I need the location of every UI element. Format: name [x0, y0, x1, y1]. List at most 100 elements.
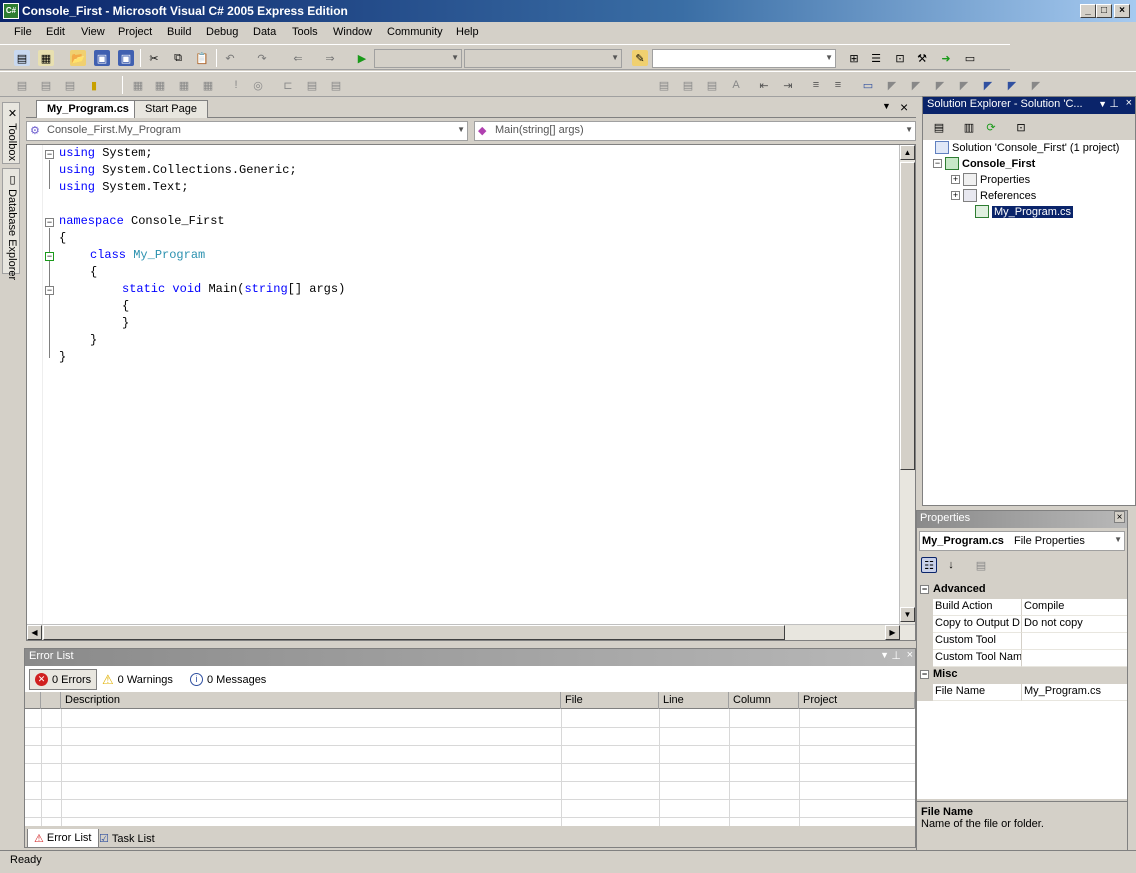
menu-community[interactable]: Community [387, 26, 443, 38]
prop-value[interactable]: Do not copy [1021, 616, 1127, 633]
scroll-left-icon[interactable]: ◀ [27, 625, 42, 640]
toolbar-icon-t[interactable]: ◤ [980, 77, 996, 93]
toolbar-icon-e[interactable]: ▦ [130, 77, 146, 93]
toolbar-icon-b[interactable]: ▤ [38, 77, 54, 93]
navigate-forward-icon[interactable]: ⇒ [322, 50, 338, 66]
prop-row-custom-tool-namespace[interactable]: Custom Tool Name [917, 650, 1127, 667]
database-explorer-tab[interactable]: ▯ Database Explorer [2, 168, 20, 280]
toolbar-icon-a[interactable]: ▤ [14, 77, 30, 93]
object-browser-icon[interactable]: ⊡ [892, 50, 908, 66]
undo-icon[interactable]: ↶ [222, 50, 238, 66]
menu-view[interactable]: View [81, 26, 105, 38]
properties-object-dropdown[interactable]: My_Program.cs File Properties ▼ [919, 531, 1125, 551]
scroll-up-icon[interactable]: ▲ [900, 145, 915, 160]
toolbar-icon-c[interactable]: ▤ [62, 77, 78, 93]
toolbar-icon-l[interactable]: ▤ [656, 77, 672, 93]
error-list-tab[interactable]: ⚠ Error List [27, 829, 99, 848]
solution-explorer-icon[interactable]: ⊞ [846, 50, 862, 66]
toolbar-icon-m[interactable]: ▤ [680, 77, 696, 93]
members-dropdown[interactable]: ◆ Main(string[] args) ▼ [474, 121, 916, 141]
types-dropdown[interactable]: ⚙ Console_First.My_Program ▼ [26, 121, 468, 141]
increase-indent-icon[interactable]: ⇥ [780, 77, 796, 93]
properties-node[interactable]: + Properties [951, 173, 1030, 186]
start-debugging-icon[interactable]: ▶ [354, 50, 370, 66]
col-file[interactable]: File [561, 692, 659, 709]
save-all-icon[interactable]: ▣ [118, 50, 134, 66]
redo-icon[interactable]: ↷ [254, 50, 270, 66]
toolbox-tab[interactable]: ✕ Toolbox [2, 102, 20, 164]
category-advanced[interactable]: − Advanced [917, 582, 1127, 599]
fold-namespace-icon[interactable]: − [45, 218, 54, 227]
col-line[interactable]: Line [659, 692, 729, 709]
paste-icon[interactable]: 📋 [194, 50, 210, 66]
close-panel-icon[interactable]: × [907, 649, 913, 661]
prop-value[interactable]: My_Program.cs [1021, 684, 1127, 701]
editor-horizontal-scrollbar[interactable]: ◀ ▶ [27, 624, 915, 640]
toolbar-icon-r[interactable]: ◤ [932, 77, 948, 93]
scroll-right-icon[interactable]: ▶ [885, 625, 900, 640]
minimize-button[interactable]: _ [1080, 4, 1096, 18]
toolbar-icon-q[interactable]: ◤ [908, 77, 924, 93]
find-in-files-icon[interactable]: ✎ [632, 50, 648, 66]
menu-debug[interactable]: Debug [206, 26, 238, 38]
prop-row-custom-tool[interactable]: Custom Tool [917, 633, 1127, 650]
toolbar-icon-d[interactable]: ▮ [86, 77, 102, 93]
menu-project[interactable]: Project [118, 26, 152, 38]
properties-window-icon[interactable]: ☰ [868, 50, 884, 66]
tab-my-program[interactable]: My_Program.cs [36, 100, 140, 118]
new-project-icon[interactable]: ▤ [14, 50, 30, 66]
close-properties-icon[interactable]: × [1114, 511, 1125, 523]
task-list-tab[interactable]: ☑ Task List [93, 829, 161, 848]
toolbar-icon-f[interactable]: ▦ [152, 77, 168, 93]
sql-icon[interactable]: ▦ [176, 77, 192, 93]
alphabetical-icon[interactable]: ↓ [943, 557, 959, 573]
toolbar-icon-u[interactable]: ◤ [1004, 77, 1020, 93]
toolbar-icon-h[interactable]: ◎ [250, 77, 266, 93]
open-folder-icon[interactable]: 📂 [70, 50, 86, 66]
editor-vertical-scrollbar[interactable]: ▲ ▼ [899, 145, 915, 624]
collapse-project-icon[interactable]: − [933, 159, 942, 168]
navigate-back-icon[interactable]: ⇐ [290, 50, 306, 66]
add-item-icon[interactable]: ▦ [38, 50, 54, 66]
close-window-button[interactable]: × [1114, 4, 1130, 18]
menu-data[interactable]: Data [253, 26, 276, 38]
auto-hide-pin-icon[interactable]: ⊥ [1109, 97, 1119, 110]
bookmark-icon[interactable]: ▭ [860, 77, 876, 93]
messages-filter-button[interactable]: i 0 Messages [185, 669, 271, 690]
panel-dropdown-icon[interactable]: ▼ [1098, 99, 1107, 109]
warnings-filter-button[interactable]: ⚠ 0 Warnings [97, 669, 178, 690]
prop-value[interactable] [1021, 633, 1127, 650]
exclamation-icon[interactable]: ! [228, 77, 244, 93]
scroll-down-icon[interactable]: ▼ [900, 607, 915, 622]
prop-row-build-action[interactable]: Build Action Compile [917, 599, 1127, 616]
maximize-button[interactable]: □ [1096, 4, 1112, 18]
menu-edit[interactable]: Edit [46, 26, 65, 38]
toolbar-icon-p[interactable]: ◤ [884, 77, 900, 93]
property-pages-icon[interactable]: ▤ [973, 557, 989, 573]
menu-help[interactable]: Help [456, 26, 479, 38]
menu-window[interactable]: Window [333, 26, 372, 38]
horizontal-scroll-thumb[interactable] [43, 625, 785, 640]
my-program-node[interactable]: My_Program.cs [975, 205, 1074, 218]
toolbar-icon-g[interactable]: ▦ [200, 77, 216, 93]
collapse-advanced-icon[interactable]: − [920, 585, 929, 594]
close-solution-explorer-icon[interactable]: × [1125, 97, 1132, 109]
other-windows-icon[interactable]: ▭ [962, 50, 978, 66]
menu-tools[interactable]: Tools [292, 26, 318, 38]
col-column[interactable]: Column [729, 692, 799, 709]
show-all-files-icon[interactable]: ▥ [961, 119, 977, 135]
toolbar-icon-k[interactable]: ▤ [328, 77, 344, 93]
fold-usings-icon[interactable]: − [45, 150, 54, 159]
toolbox-icon[interactable]: ⚒ [914, 50, 930, 66]
properties-toolbar-icon[interactable]: ▤ [931, 119, 947, 135]
save-icon[interactable]: ▣ [94, 50, 110, 66]
toolbar-icon-j[interactable]: ▤ [304, 77, 320, 93]
toolbar-icon-n[interactable]: ▤ [704, 77, 720, 93]
col-project[interactable]: Project [799, 692, 915, 709]
refresh-icon[interactable]: ⟳ [983, 119, 999, 135]
close-document-icon[interactable]: × [900, 99, 908, 115]
col-description[interactable]: Description [61, 692, 561, 709]
active-files-dropdown-icon[interactable]: ▼ [882, 101, 891, 111]
configuration-dropdown[interactable]: ▼ [374, 49, 462, 68]
categorized-icon[interactable]: ☷ [921, 557, 937, 573]
